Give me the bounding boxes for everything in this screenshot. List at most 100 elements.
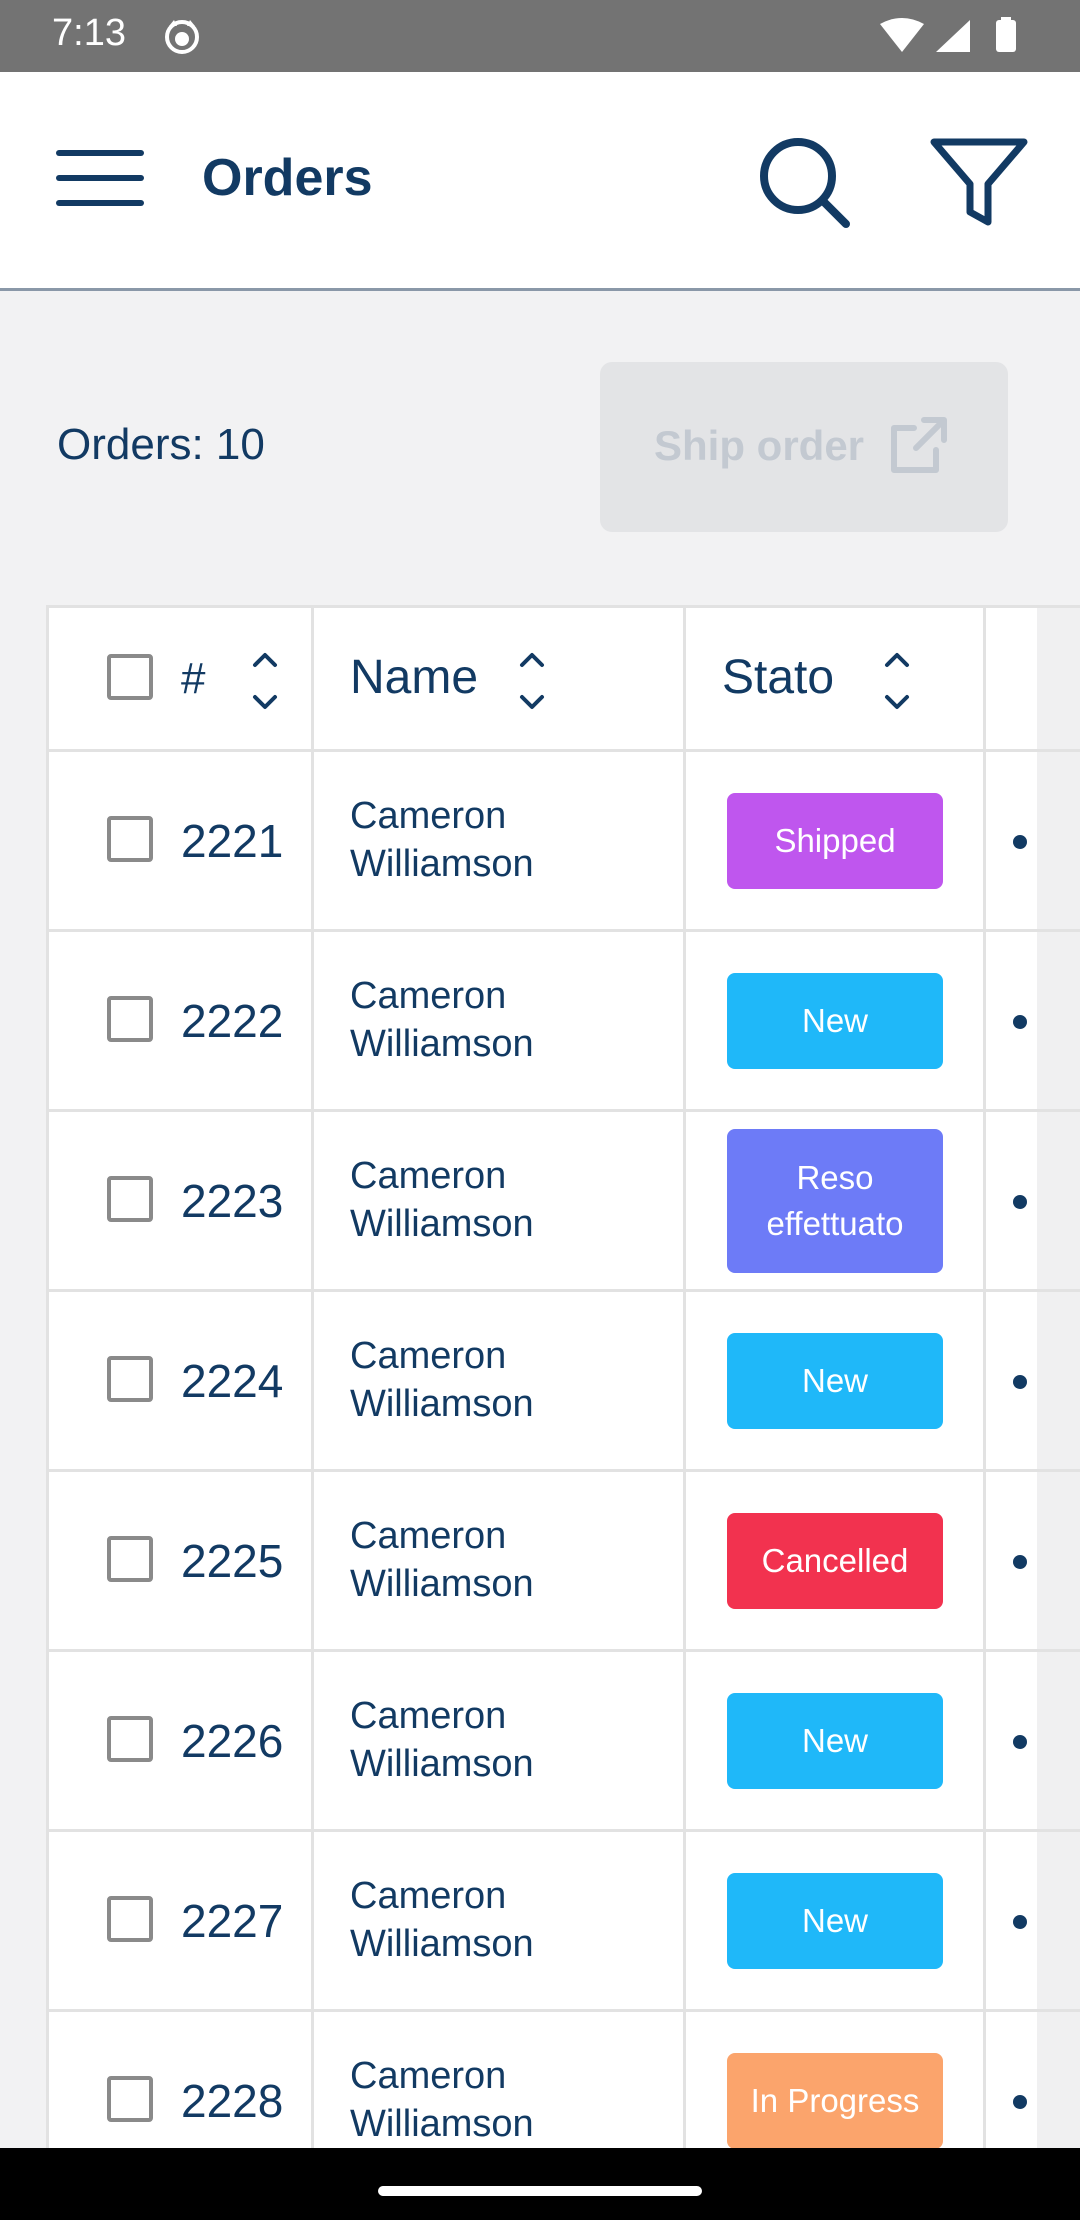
status-cell: Shipped: [686, 752, 986, 929]
id-cell: 2223: [49, 1112, 314, 1289]
status-cell: In Progress: [686, 2012, 986, 2150]
status-cell: New: [686, 1832, 986, 2009]
customer-name: Cameron Williamson: [350, 1515, 534, 1605]
id-cell: 2227: [49, 1832, 314, 2009]
sort-icon[interactable]: [517, 648, 547, 714]
id-cell: 2224: [49, 1292, 314, 1469]
extra-cell: [1037, 932, 1080, 1109]
status-time: 7:13: [52, 12, 126, 54]
name-cell: Cameron Williamson: [314, 2012, 686, 2150]
sort-icon[interactable]: [250, 648, 280, 714]
order-id: 2226: [181, 1715, 284, 1767]
id-cell: 2228: [49, 2012, 314, 2150]
header-id-cell: #: [49, 608, 314, 749]
table-header: # Name Stato: [49, 608, 1080, 752]
id-cell: 2226: [49, 1652, 314, 1829]
ship-order-button[interactable]: Ship order: [600, 362, 1008, 532]
order-id: 2225: [181, 1535, 284, 1587]
row-checkbox[interactable]: [107, 816, 153, 862]
select-all-checkbox[interactable]: [107, 654, 153, 700]
status-badge: New: [727, 1873, 943, 1969]
row-checkbox[interactable]: [107, 1536, 153, 1582]
header-status-label: Stato: [722, 651, 835, 704]
home-handle[interactable]: [378, 2186, 702, 2196]
row-checkbox[interactable]: [107, 1356, 153, 1402]
extra-cell: [1037, 1472, 1080, 1649]
orders-count: Orders: 10: [57, 420, 265, 469]
app-bar: Orders: [0, 72, 1080, 291]
table-row[interactable]: 2222 Cameron Williamson New: [49, 932, 1080, 1112]
hamburger-menu-icon[interactable]: [56, 146, 144, 210]
status-cell: New: [686, 1652, 986, 1829]
header-status-cell: Stato: [686, 608, 986, 749]
extra-cell: [1037, 752, 1080, 929]
name-cell: Cameron Williamson: [314, 1292, 686, 1469]
status-badge: Reso effettuato: [727, 1129, 943, 1273]
filter-icon[interactable]: [928, 134, 1030, 230]
order-id: 2221: [181, 815, 284, 867]
customer-name: Cameron Williamson: [350, 2055, 534, 2145]
actions-cell: [986, 2012, 1077, 2150]
order-id: 2223: [181, 1175, 284, 1227]
header-name-label: Name: [350, 651, 479, 704]
actions-cell: [986, 752, 1077, 929]
page-title: Orders: [202, 149, 373, 207]
customer-name: Cameron Williamson: [350, 1155, 534, 1245]
header-name-cell: Name: [314, 608, 686, 749]
header-extra-cell: [1037, 608, 1080, 749]
name-cell: Cameron Williamson: [314, 932, 686, 1109]
customer-name: Cameron Williamson: [350, 1335, 534, 1425]
extra-cell: [1037, 2012, 1080, 2150]
table-row[interactable]: 2225 Cameron Williamson Cancelled: [49, 1472, 1080, 1652]
name-cell: Cameron Williamson: [314, 1112, 686, 1289]
actions-cell: [986, 1832, 1077, 2009]
ship-order-label: Ship order: [654, 422, 865, 469]
customer-name: Cameron Williamson: [350, 1695, 534, 1785]
wifi-icon: [880, 18, 924, 52]
status-cell: New: [686, 1292, 986, 1469]
extra-cell: [1037, 1112, 1080, 1289]
id-cell: 2225: [49, 1472, 314, 1649]
status-bar: 7:13: [0, 0, 1080, 72]
status-cell: New: [686, 932, 986, 1109]
extra-cell: [1037, 1652, 1080, 1829]
row-checkbox[interactable]: [107, 1176, 153, 1222]
extra-cell: [1037, 1292, 1080, 1469]
navigation-bar: [0, 2148, 1080, 2220]
row-checkbox[interactable]: [107, 996, 153, 1042]
orders-table: # Name Stato 2221 Cameron Williamson Shipp…: [46, 605, 1080, 2150]
id-cell: 2221: [49, 752, 314, 929]
table-row[interactable]: 2223 Cameron Williamson Reso effettuato: [49, 1112, 1080, 1292]
table-row[interactable]: 2227 Cameron Williamson New: [49, 1832, 1080, 2012]
table-row[interactable]: 2226 Cameron Williamson New: [49, 1652, 1080, 1832]
order-id: 2228: [181, 2075, 284, 2127]
name-cell: Cameron Williamson: [314, 752, 686, 929]
actions-cell: [986, 1472, 1077, 1649]
system-status-icons: [880, 17, 1016, 52]
order-id: 2227: [181, 1895, 284, 1947]
table-row[interactable]: 2224 Cameron Williamson New: [49, 1292, 1080, 1472]
status-badge: New: [727, 973, 943, 1069]
table-row[interactable]: 2221 Cameron Williamson Shipped: [49, 752, 1080, 932]
row-checkbox[interactable]: [107, 2076, 153, 2122]
actions-cell: [986, 932, 1077, 1109]
name-cell: Cameron Williamson: [314, 1832, 686, 2009]
status-badge: In Progress: [727, 2053, 943, 2149]
table-row[interactable]: 2228 Cameron Williamson In Progress: [49, 2012, 1080, 2150]
external-link-icon: [891, 417, 947, 473]
status-badge: New: [727, 1333, 943, 1429]
notification-cat-icon: [165, 20, 199, 54]
header-actions-cell: [986, 608, 1037, 749]
search-icon[interactable]: [756, 134, 852, 230]
row-checkbox[interactable]: [107, 1896, 153, 1942]
sort-icon[interactable]: [882, 648, 912, 714]
customer-name: Cameron Williamson: [350, 1875, 534, 1965]
row-checkbox[interactable]: [107, 1716, 153, 1762]
status-badge: Shipped: [727, 793, 943, 889]
customer-name: Cameron Williamson: [350, 795, 534, 885]
order-id: 2222: [181, 995, 284, 1047]
customer-name: Cameron Williamson: [350, 975, 534, 1065]
actions-cell: [986, 1112, 1077, 1289]
actions-cell: [986, 1292, 1077, 1469]
actions-cell: [986, 1652, 1077, 1829]
